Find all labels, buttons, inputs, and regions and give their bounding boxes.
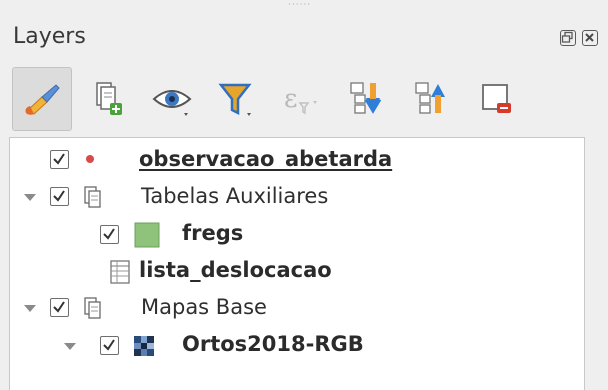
- svg-text:ε: ε: [284, 84, 297, 114]
- window-buttons: [560, 30, 598, 46]
- panel-title: Layers: [13, 24, 86, 49]
- expand-arrow-icon[interactable]: [24, 194, 36, 201]
- layer-visibility-checkbox[interactable]: [100, 225, 119, 244]
- checkmark-icon: [103, 339, 115, 351]
- style-manager-icon: [25, 84, 60, 115]
- filter-by-expression-button: ε: [272, 67, 332, 131]
- close-icon: [585, 33, 594, 42]
- layer-row-ortos2018-rgb[interactable]: Ortos2018-RGB: [10, 327, 584, 363]
- filter-legend-icon: [218, 83, 252, 116]
- layer-group-tabelas-auxiliares[interactable]: Tabelas Auxiliares: [10, 179, 584, 215]
- group-label: Tabelas Auxiliares: [141, 184, 329, 208]
- remove-layer-icon: [482, 84, 511, 113]
- add-group-icon: [96, 82, 122, 115]
- expand-arrow-icon[interactable]: [24, 305, 36, 312]
- collapse-all-button[interactable]: [402, 67, 462, 131]
- layers-toolbar: ε: [12, 67, 582, 131]
- group-visibility-checkbox[interactable]: [50, 187, 69, 206]
- layer-tree: observacao_abetarda Tabelas Auxiliares f…: [9, 137, 585, 390]
- remove-layer-button[interactable]: [467, 67, 527, 131]
- table-layer-icon: [110, 260, 130, 284]
- checkmark-icon: [53, 301, 65, 313]
- expand-all-button[interactable]: [337, 67, 397, 131]
- layer-label: observacao_abetarda: [139, 147, 393, 171]
- layer-label: lista_deslocacao: [139, 258, 332, 282]
- layer-group-icon: [84, 186, 101, 208]
- layer-group-mapas-base[interactable]: Mapas Base: [10, 290, 584, 326]
- eye-visibility-icon: [152, 90, 192, 116]
- filter-legend-button[interactable]: [207, 67, 267, 131]
- group-visibility-checkbox[interactable]: [50, 298, 69, 317]
- layer-visibility-checkbox[interactable]: [100, 336, 119, 355]
- checkmark-icon: [53, 153, 65, 165]
- panel-drag-handle[interactable]: ······: [288, 1, 322, 10]
- layer-row-observacao-abetarda[interactable]: observacao_abetarda: [10, 142, 584, 178]
- manage-visibility-button[interactable]: [142, 67, 202, 131]
- point-symbol-icon: [86, 155, 94, 163]
- filter-expression-icon: ε: [284, 84, 317, 115]
- expand-all-icon: [350, 82, 382, 114]
- float-icon: [561, 31, 573, 43]
- raster-layer-icon: [134, 336, 154, 356]
- close-panel-button[interactable]: [582, 30, 598, 46]
- open-layer-styling-button[interactable]: [12, 67, 72, 131]
- layer-visibility-checkbox[interactable]: [50, 150, 69, 169]
- checkmark-icon: [103, 228, 115, 240]
- polygon-symbol-icon: [134, 222, 160, 248]
- checkmark-icon: [53, 190, 65, 202]
- layer-label: Ortos2018-RGB: [182, 332, 364, 356]
- layer-row-lista-deslocacao[interactable]: lista_deslocacao: [10, 253, 584, 289]
- collapse-all-icon: [415, 82, 445, 114]
- group-label: Mapas Base: [141, 295, 267, 319]
- float-panel-button[interactable]: [560, 30, 576, 46]
- expand-arrow-icon[interactable]: [64, 343, 76, 350]
- layer-label: fregs: [182, 221, 244, 245]
- add-group-button[interactable]: [77, 67, 137, 131]
- layer-group-icon: [84, 297, 101, 319]
- layer-row-fregs[interactable]: fregs: [10, 216, 584, 252]
